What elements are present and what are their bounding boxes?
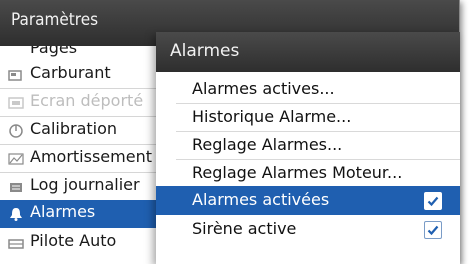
remote-display-icon <box>8 95 24 109</box>
bell-icon <box>8 206 24 221</box>
settings-item-pages[interactable]: Pages <box>0 46 158 60</box>
menu-item-historique-alarme[interactable]: Historique Alarme... <box>156 104 460 131</box>
menu-item-label: Alarmes actives... <box>192 79 335 98</box>
alarm-submenu: Alarmes Alarmes actives... Historique Al… <box>156 32 460 264</box>
menu-item-label: Alarmes activées <box>192 190 330 209</box>
log-icon <box>8 179 24 193</box>
settings-item-label: Amortissement <box>30 147 152 166</box>
menu-item-alarmes-actives[interactable]: Alarmes actives... <box>156 76 460 103</box>
menu-item-label: Sirène active <box>192 219 297 238</box>
settings-item-ecran-deporte: Ecran déporté <box>0 89 158 116</box>
calibration-icon <box>8 123 24 138</box>
menu-item-reglage-alarmes[interactable]: Reglage Alarmes... <box>156 132 460 159</box>
settings-item-label: Alarmes <box>30 202 96 221</box>
menu-item-label: Reglage Alarmes... <box>192 135 343 154</box>
settings-item-amortissement[interactable]: Amortissement <box>0 145 158 172</box>
menu-item-label: Historique Alarme... <box>192 107 352 126</box>
checkmark-icon <box>427 196 439 207</box>
settings-item-pilote-auto[interactable]: Pilote Auto <box>0 229 158 256</box>
settings-item-log-journalier[interactable]: Log journalier <box>0 173 158 200</box>
damping-icon <box>8 151 24 165</box>
settings-item-label: Calibration <box>30 119 118 138</box>
settings-item-label: Carburant <box>30 63 111 82</box>
settings-item-calibration[interactable]: Calibration <box>0 117 158 144</box>
menu-item-reglage-alarmes-moteur[interactable]: Reglage Alarmes Moteur... <box>156 160 460 187</box>
settings-title: Paramètres <box>11 10 99 30</box>
settings-item-label: Log journalier <box>30 175 140 194</box>
alarm-submenu-header: Alarmes <box>156 32 460 72</box>
sirene-active-checkbox[interactable] <box>424 221 442 239</box>
settings-item-label: Pages <box>30 46 78 57</box>
settings-item-label: Ecran déporté <box>30 91 144 110</box>
fuel-icon <box>8 67 24 81</box>
alarm-submenu-title: Alarmes <box>170 41 240 61</box>
autopilot-icon <box>8 235 24 249</box>
settings-item-carburant[interactable]: Carburant <box>0 61 158 88</box>
alarmes-activees-checkbox[interactable] <box>424 192 442 210</box>
menu-item-label: Reglage Alarmes Moteur... <box>192 163 403 182</box>
checkmark-icon <box>427 225 439 236</box>
menu-item-sirene-active[interactable]: Sirène active <box>156 216 460 243</box>
settings-item-label: Pilote Auto <box>30 231 117 250</box>
settings-item-alarmes[interactable]: Alarmes <box>0 200 158 228</box>
menu-item-alarmes-activees[interactable]: Alarmes activées <box>156 186 460 215</box>
